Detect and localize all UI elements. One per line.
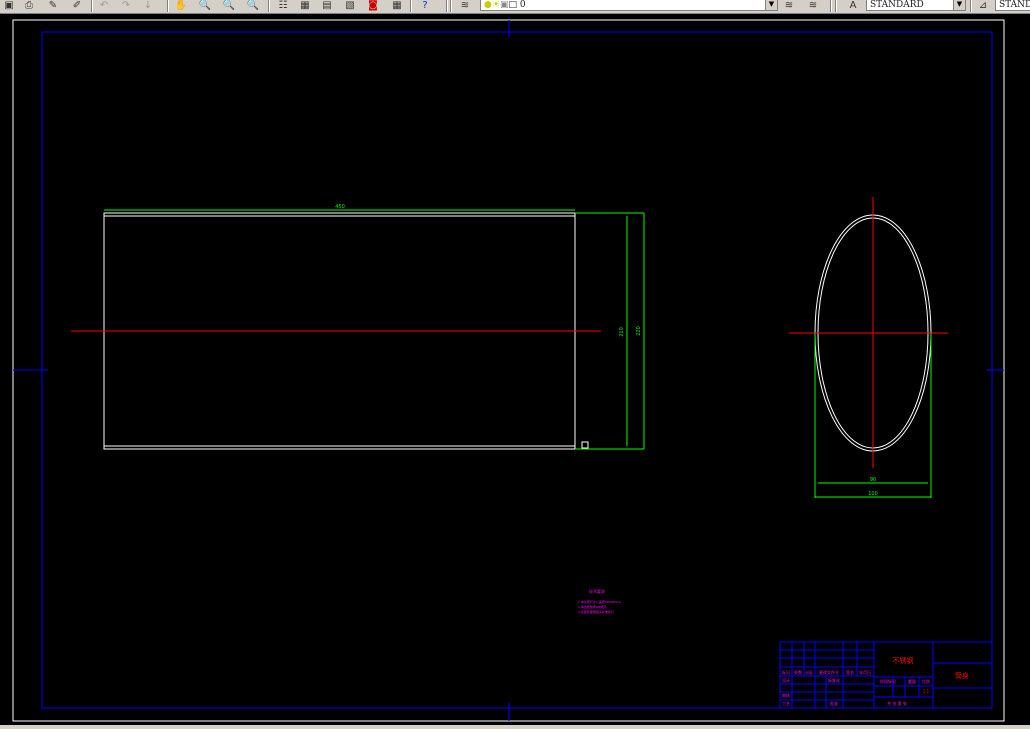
dim-outer-height-text: 220	[636, 326, 642, 336]
zoom-realtime-icon[interactable]: 🔍	[198, 0, 212, 12]
title-block-part: 筒身	[955, 671, 969, 680]
tb-label-check: 审核	[782, 692, 790, 698]
dim-inner-height-text: 210	[619, 327, 625, 337]
tb-label-approve: 批准	[830, 700, 838, 706]
dim-outer-width-text: 100	[868, 491, 878, 497]
tb-label-stage: 阶段标记	[880, 678, 896, 684]
note-line-3: 3.表面处理按相关标准执行	[578, 609, 614, 614]
pan-icon[interactable]: ✋	[174, 0, 188, 12]
redo-icon[interactable]: ↷	[119, 0, 133, 12]
sheet-set-icon[interactable]: ▧	[343, 0, 357, 12]
tb-label-count: 处数	[794, 669, 802, 675]
tb-label-date: 年月日	[859, 669, 871, 675]
tb-label-scale: 比例	[922, 678, 930, 684]
status-strip	[0, 725, 1030, 729]
properties-icon[interactable]: ☷	[276, 0, 290, 12]
dim-style-value: STAND	[999, 0, 1030, 10]
tb-label-docno: 更改文件号	[819, 669, 839, 675]
dim-style-icon[interactable]: ⊿	[976, 0, 990, 12]
chevron-down-icon[interactable]: ▼	[765, 0, 777, 10]
color-swatch-icon: □	[508, 0, 517, 10]
text-style-icon[interactable]: A	[846, 0, 860, 12]
layer-combo[interactable]: ●☀▣□ 0 ▼	[480, 0, 778, 11]
undo-icon[interactable]: ↶	[97, 0, 111, 12]
note-title: 技术要求	[589, 588, 605, 594]
tb-scale-value: 1:1	[923, 689, 930, 694]
grip-marker[interactable]	[581, 441, 589, 449]
title-block-name: 不锈钢	[893, 656, 914, 665]
zoom-window-icon[interactable]: 🔍	[222, 0, 236, 12]
note-line-2: 2.焊缝质量按GB规范	[578, 604, 606, 609]
text-style-value: STANDARD	[870, 0, 924, 10]
save-icon[interactable]: ▣	[2, 0, 16, 12]
tb-label-std: 标准化	[828, 677, 840, 683]
layer-name: 0	[519, 0, 526, 10]
bulb-icon: ●	[484, 0, 492, 10]
sun-icon: ☀	[491, 0, 500, 10]
note-line-1: 1.未注明尺寸公差按GB1804-m	[578, 599, 621, 604]
pencil-icon[interactable]: ✎	[46, 0, 60, 12]
tb-label-weight: 重量	[908, 678, 916, 684]
print-icon[interactable]: ⎙	[22, 0, 36, 12]
tb-label-mark: 标记	[782, 669, 790, 675]
tb-label-design: 设计	[782, 677, 790, 683]
chevron-down-icon[interactable]: ▼	[953, 0, 965, 10]
drawing-canvas[interactable]: 450 210 220 90 100 技术要求 1.未注明尺寸公差按GB1804…	[0, 14, 1030, 725]
design-center-icon[interactable]: ▦	[298, 0, 312, 12]
toolbar: ▣ ⎙ ✎ ✐ ↶ ↷ ↓ ✋ 🔍 🔍 🔍 ☷ ▦ ▤ ▧ ◙ ▦ ? ≋ ●☀…	[0, 0, 1030, 14]
zoom-previous-icon[interactable]: 🔍	[246, 0, 260, 12]
arrow-down-icon[interactable]: ↓	[141, 0, 155, 12]
help-icon[interactable]: ?	[418, 0, 432, 12]
tool-palettes-icon[interactable]: ▤	[320, 0, 334, 12]
dim-length-text: 450	[335, 204, 345, 210]
tb-label-process: 工艺	[782, 701, 790, 706]
drawing-frame	[41, 31, 993, 709]
layer-manager-icon[interactable]: ≋	[458, 0, 472, 12]
match-properties-icon[interactable]: ✐	[70, 0, 84, 12]
text-style-combo[interactable]: STANDARD ▼	[866, 0, 966, 11]
layer-previous-icon[interactable]: ≋	[782, 0, 796, 12]
tb-label-zone: 分区	[805, 669, 813, 675]
dim-style-combo[interactable]: STAND	[995, 0, 1030, 11]
layer-states-icon[interactable]: ≋	[806, 0, 820, 12]
drawing-svg: 450 210 220 90 100 技术要求 1.未注明尺寸公差按GB1804…	[12, 19, 1005, 722]
dim-inner-width-text: 90	[870, 477, 876, 483]
sheet-outer-border	[12, 19, 1005, 722]
tb-label-sign: 签名	[846, 669, 854, 675]
calculator-icon[interactable]: ▦	[390, 0, 404, 12]
markup-icon[interactable]: ◙	[366, 0, 380, 12]
tb-label-sheets: 共 张 第 张	[887, 700, 907, 706]
